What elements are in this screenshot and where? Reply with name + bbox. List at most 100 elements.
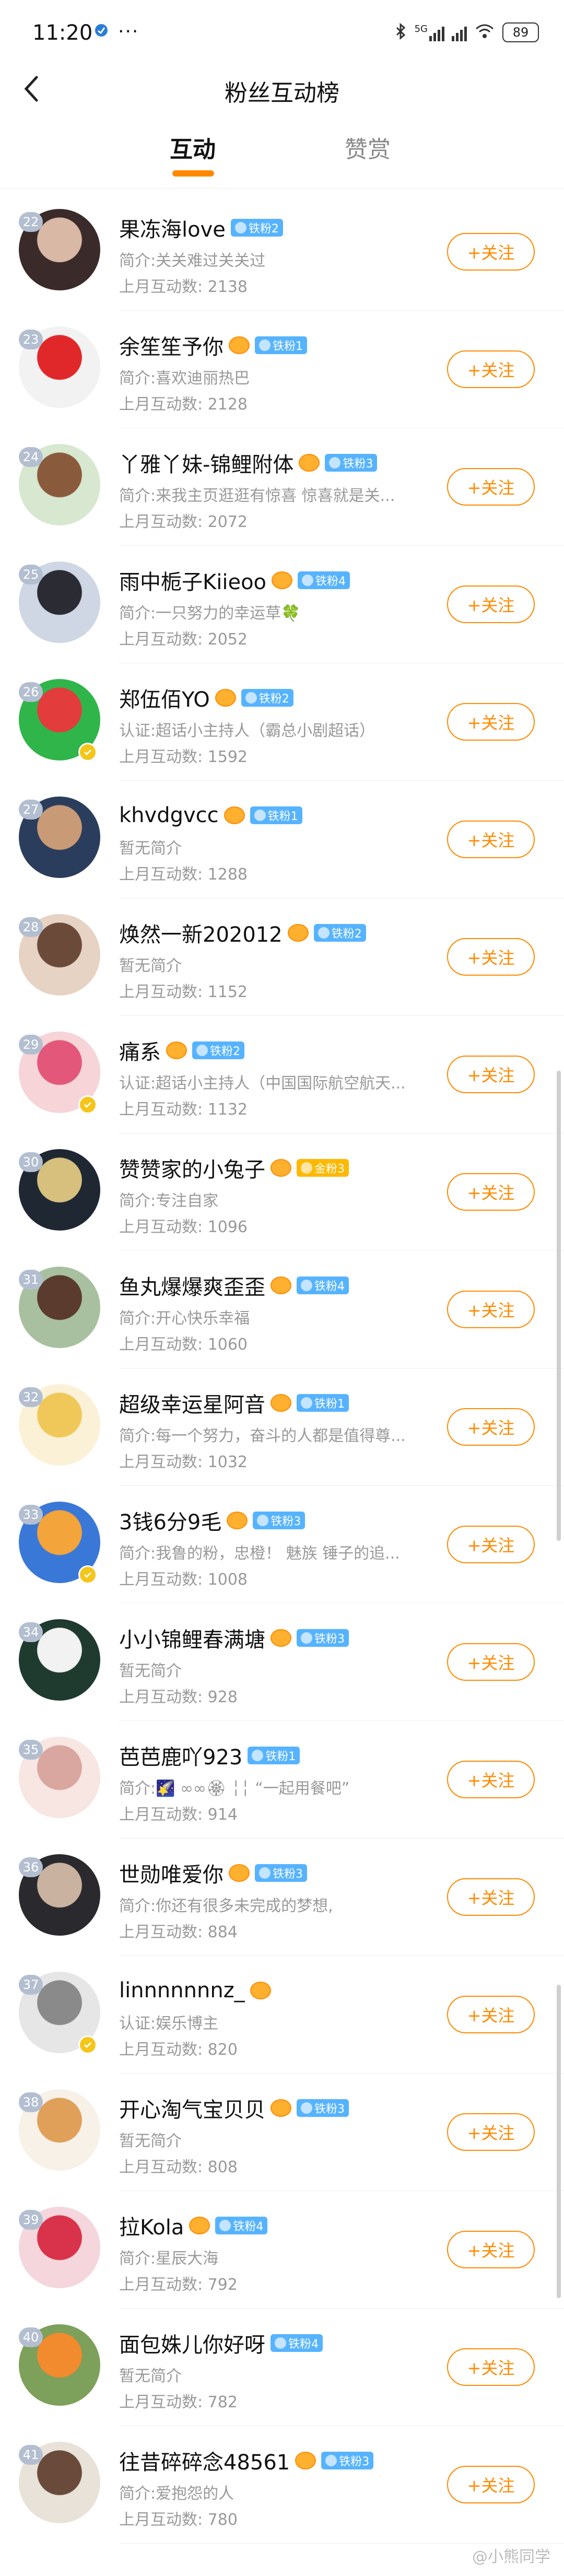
fan-row[interactable]: 33 3钱6分9毛 铁粉3 简介:我鲁的粉，忠橙！ 魅族 锤子的追... 上月互动数: … (0, 1486, 564, 1603)
active-tab-indicator (172, 170, 214, 177)
follow-button[interactable]: +关注 (447, 1056, 535, 1093)
fan-row[interactable]: 31 鱼丸爆爆爽歪歪 铁粉4 简介:开心快乐幸福 上月互动数: 1060 +关注 (0, 1251, 564, 1368)
crown-icon (227, 1512, 248, 1529)
fan-row[interactable]: 32 超级幸运星阿音 铁粉1 简介:每一个努力，奋斗的人都是值得尊... 上月互动数: … (0, 1368, 564, 1486)
follow-button[interactable]: +关注 (447, 1526, 535, 1563)
heart-icon (259, 339, 271, 351)
fan-intro: 简介:来我主页逛逛有惊喜 惊喜就是关... (119, 487, 395, 505)
interaction-count: 上月互动数: 2138 (119, 278, 248, 296)
crown-icon (271, 1159, 291, 1177)
fan-row[interactable]: 39 拉Kola 铁粉4 简介:星辰大海 上月互动数: 792 +关注 (0, 2191, 564, 2309)
fan-name[interactable]: 超级幸运星阿音 (119, 1388, 265, 1418)
fan-name[interactable]: 芭芭鹿吖923 (119, 1740, 242, 1771)
fan-row[interactable]: 26 郑伍佰YO 铁粉2 认证:超话小主持人（霸总小剧超话） 上月互动数: 1592 +关… (0, 663, 564, 781)
fan-name[interactable]: 雨中栀子Kiieoo (119, 565, 266, 595)
follow-button[interactable]: +关注 (447, 1643, 535, 1681)
fan-level-label: 铁粉3 (273, 1868, 303, 1881)
fan-name[interactable]: linnnnnnnz_ (119, 1978, 245, 2003)
fan-name[interactable]: 丫雅丫妹-锦鲤附体 (119, 448, 293, 478)
fan-row[interactable]: 30 赞赞家的小兔子 金粉3 简介:专注自家 上月互动数: 1096 +关注 (0, 1133, 564, 1251)
fan-name[interactable]: 赞赞家的小兔子 (119, 1153, 265, 1183)
crown-icon (287, 924, 309, 942)
follow-button[interactable]: +关注 (447, 1408, 535, 1446)
fan-level-label: 铁粉3 (339, 2455, 370, 2468)
fan-level-badge: 铁粉2 (192, 1041, 244, 1059)
follow-button[interactable]: +关注 (447, 586, 535, 623)
fan-row[interactable]: 35 芭芭鹿吖923 铁粉1 简介:🌠 ∞∞🏵 ╎╎ “一起用餐吧” 上月互动数: 91… (0, 1721, 564, 1839)
fan-level-badge: 铁粉2 (241, 689, 293, 707)
heart-icon (245, 692, 257, 704)
fan-name[interactable]: 焕然一新202012 (119, 918, 283, 948)
status-indicators: 5G 89 (395, 21, 539, 44)
follow-button[interactable]: +关注 (447, 1173, 535, 1211)
fan-row[interactable]: 37 linnnnnnnz_ 认证:娱乐博主 上月互动数: 820 +关注 (0, 1956, 564, 2074)
fan-name[interactable]: 开心淘气宝贝贝 (119, 2093, 265, 2123)
network-type: 5G (414, 24, 428, 34)
name-line: 赞赞家的小兔子 金粉3 (119, 1152, 349, 1184)
heart-icon (301, 1280, 312, 1291)
crown-icon (299, 454, 320, 472)
fan-level-label: 铁粉3 (314, 1633, 345, 1646)
fan-name[interactable]: 3钱6分9毛 (119, 1505, 221, 1536)
follow-button[interactable]: +关注 (447, 1291, 535, 1328)
fan-row[interactable]: 22 果冻海love 铁粉2 简介:关关难过关关过 上月互动数: 2138 +关注 (0, 193, 564, 311)
follow-button[interactable]: +关注 (447, 1761, 535, 1798)
fan-row[interactable]: 36 世勋唯爱你 铁粉3 简介:你还有很多未完成的梦想, 上月互动数: 884 +关注 (0, 1839, 564, 1956)
follow-button[interactable]: +关注 (447, 703, 535, 741)
fan-level-label: 铁粉4 (314, 1280, 345, 1293)
scrollbar-secondary[interactable] (557, 1985, 561, 2298)
follow-button[interactable]: +关注 (447, 2231, 535, 2268)
heart-icon (259, 1867, 271, 1879)
tab-interaction[interactable]: 互动 (170, 131, 216, 164)
fan-name[interactable]: 郑伍佰YO (119, 683, 210, 713)
fan-name[interactable]: 鱼丸爆爆爽歪歪 (119, 1270, 265, 1301)
fan-name[interactable]: 世勋唯爱你 (119, 1858, 224, 1888)
interaction-count: 上月互动数: 2052 (119, 630, 248, 649)
heart-icon (301, 2102, 312, 2114)
scrollbar[interactable] (557, 1071, 561, 1541)
fan-row[interactable]: 25 雨中栀子Kiieoo 铁粉4 简介:一只努力的幸运草🍀 上月互动数: 2052 +关… (0, 546, 564, 663)
interaction-count: 上月互动数: 1008 (119, 1571, 248, 1589)
fan-row[interactable]: 34 小小锦鲤春满塘 铁粉3 暂无简介 上月互动数: 928 +关注 (0, 1603, 564, 1721)
fan-level-label: 铁粉2 (248, 223, 279, 236)
rank-badge: 27 (19, 800, 43, 819)
fan-row[interactable]: 38 开心淘气宝贝贝 铁粉3 暂无简介 上月互动数: 808 +关注 (0, 2074, 564, 2191)
follow-button[interactable]: +关注 (447, 468, 535, 506)
fan-row[interactable]: 23 余笙笙予你 铁粉1 简介:喜欢迪丽热巴 上月互动数: 2128 +关注 (0, 311, 564, 428)
follow-button[interactable]: +关注 (447, 350, 535, 388)
fan-intro: 暂无简介 (119, 839, 182, 858)
follow-button[interactable]: +关注 (447, 2466, 535, 2503)
fan-row[interactable]: 28 焕然一新202012 铁粉2 暂无简介 上月互动数: 1152 +关注 (0, 898, 564, 1016)
interaction-count: 上月互动数: 914 (119, 1806, 238, 1824)
follow-button[interactable]: +关注 (447, 821, 535, 858)
fan-name[interactable]: 小小锦鲤春满塘 (119, 1623, 265, 1653)
fan-name[interactable]: 果冻海love (119, 213, 226, 243)
fan-name[interactable]: khvdgvcc (119, 803, 219, 827)
tab-appreciation[interactable]: 赞赏 (345, 131, 391, 164)
rank-badge: 40 (19, 2327, 43, 2347)
fan-name[interactable]: 痛系 (119, 1035, 161, 1065)
fan-row[interactable]: 24 丫雅丫妹-锦鲤附体 铁粉3 简介:来我主页逛逛有惊喜 惊喜就是关... 上月互动数… (0, 428, 564, 546)
fan-row[interactable]: 29 痛系 铁粉2 认证:超话小主持人（中国国际航空航天... 上月互动数: 1132 +… (0, 1016, 564, 1133)
name-line: 郑伍佰YO 铁粉2 (119, 682, 293, 713)
fan-name[interactable]: 面包姝儿你好呀 (119, 2328, 265, 2358)
name-line: 痛系 铁粉2 (119, 1035, 244, 1066)
name-line: 小小锦鲤春满塘 铁粉3 (119, 1622, 349, 1654)
follow-button[interactable]: +关注 (447, 2348, 535, 2386)
crown-icon (271, 1629, 291, 1647)
follow-button[interactable]: +关注 (447, 233, 535, 271)
fan-row[interactable]: 40 面包姝儿你好呀 铁粉4 暂无简介 上月互动数: 782 +关注 (0, 2309, 564, 2426)
fan-name[interactable]: 往昔碎碎念48561 (119, 2445, 290, 2476)
tab-bar: 互动 赞赏 (0, 125, 564, 188)
fan-level-label: 铁粉3 (343, 458, 373, 471)
fan-name[interactable]: 拉Kola (119, 2210, 184, 2241)
fan-intro: 简介:每一个努力，奋斗的人都是值得尊... (119, 1427, 406, 1445)
follow-button[interactable]: +关注 (447, 938, 535, 976)
fan-row[interactable]: 27 khvdgvcc 铁粉1 暂无简介 上月互动数: 1288 +关注 (0, 781, 564, 898)
follow-button[interactable]: +关注 (447, 1996, 535, 2033)
follow-button[interactable]: +关注 (447, 1878, 535, 1916)
follow-button[interactable]: +关注 (447, 2113, 535, 2151)
fan-name[interactable]: 余笙笙予你 (119, 330, 224, 360)
rank-badge: 31 (19, 1270, 43, 1290)
fan-row[interactable]: 41 往昔碎碎念48561 铁粉3 简介:爱抱怨的人 上月互动数: 780 +关注 (0, 2426, 564, 2544)
